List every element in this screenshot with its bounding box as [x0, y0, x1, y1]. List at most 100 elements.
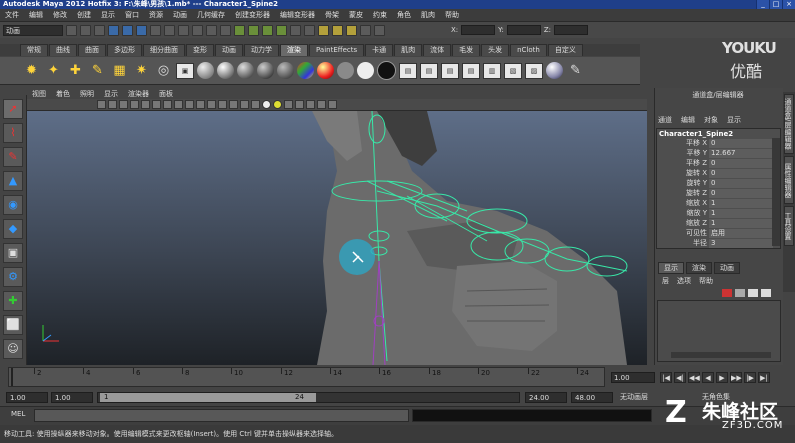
snap-curve-icon[interactable] [248, 24, 259, 36]
channel-row[interactable]: 半径 3 [660, 239, 773, 248]
history-icon[interactable] [290, 24, 301, 36]
channel-value[interactable]: 3 [709, 239, 773, 248]
render-layer-icon[interactable]: ✎ [566, 61, 585, 80]
panel-menu-view[interactable]: 视图 [27, 89, 51, 99]
tab-custom[interactable]: 自定义 [547, 44, 583, 56]
new-scene-icon[interactable] [66, 24, 77, 36]
phong-icon[interactable] [237, 62, 254, 79]
tab-general[interactable]: 常规 [20, 44, 48, 56]
ramp-shader-icon[interactable] [297, 62, 314, 79]
ambient-light-icon[interactable]: ✹ [22, 61, 41, 80]
menu-muscle[interactable]: 肌肉 [416, 9, 440, 21]
paint-select-tool-icon[interactable]: ✎ [3, 147, 23, 167]
layer-menu-options[interactable]: 选项 [677, 276, 691, 286]
step-forward-key-button[interactable]: |▶ [744, 372, 756, 383]
panel-menu-panels[interactable]: 面板 [154, 89, 178, 99]
lambert-icon[interactable] [197, 62, 214, 79]
tab-fur[interactable]: 毛发 [452, 44, 481, 56]
menu-edit-deformers[interactable]: 编辑变形器 [275, 9, 320, 21]
character-tool-icon[interactable]: ☺ [3, 339, 23, 359]
use-background-icon[interactable] [337, 62, 354, 79]
ipr-render-shelf-icon[interactable]: ▤ [420, 62, 438, 79]
menu-character[interactable]: 角色 [392, 9, 416, 21]
menu-animate[interactable]: 动画 [168, 9, 192, 21]
move-tool-icon[interactable]: ▲ [3, 171, 23, 191]
menu-constrain[interactable]: 约束 [368, 9, 392, 21]
cb-menu-edit[interactable]: 编辑 [681, 115, 695, 125]
x-input[interactable] [461, 25, 496, 35]
close-button[interactable]: × [782, 0, 795, 9]
high-quality-icon[interactable] [317, 100, 326, 109]
ipr-render-icon[interactable] [332, 24, 343, 36]
pick-deform-icon[interactable] [206, 24, 217, 36]
menu-display[interactable]: 显示 [96, 9, 120, 21]
go-to-end-button[interactable]: ▶| [758, 372, 770, 383]
step-forward-frame-button[interactable]: ▶▶ [730, 372, 742, 383]
perspective-viewport[interactable] [27, 111, 647, 365]
cb-menu-channels[interactable]: 通道 [658, 115, 672, 125]
hypershade-shelf-icon[interactable]: ▥ [483, 62, 501, 79]
tab-ncloth[interactable]: nCloth [510, 44, 547, 56]
channel-value[interactable]: 启用 [709, 229, 773, 238]
channel-row[interactable]: 旋转 Y0 [660, 179, 773, 188]
channel-value[interactable]: 1 [709, 219, 773, 228]
resolution-gate-icon[interactable] [163, 100, 172, 109]
side-tab-tool-settings[interactable]: 工具设置 [784, 206, 794, 246]
panel-menu-lighting[interactable]: 照明 [75, 89, 99, 99]
side-tab-channel-box[interactable]: 通道盒/层编辑器 [784, 94, 794, 154]
tab-hair[interactable]: 头发 [481, 44, 510, 56]
menu-create[interactable]: 创建 [72, 9, 96, 21]
anim-layer-dropdown[interactable]: 无动画层 [620, 392, 648, 403]
all-lights-icon[interactable] [273, 100, 282, 109]
scale-tool-icon[interactable]: ◆ [3, 219, 23, 239]
time-slider-track[interactable]: 2 4 6 8 10 12 14 16 18 20 22 24 [8, 367, 605, 387]
phong-e-icon[interactable] [257, 62, 274, 79]
current-frame-field[interactable]: 1.00 [611, 372, 655, 383]
side-tab-attribute-editor[interactable]: 属性编辑器 [784, 156, 794, 204]
cb-menu-object[interactable]: 对象 [704, 115, 718, 125]
channel-row[interactable]: 缩放 Y1 [660, 209, 773, 218]
rotate-tool-icon[interactable]: ◉ [3, 195, 23, 215]
panel-menu-shading[interactable]: 着色 [51, 89, 75, 99]
camera-icon[interactable]: ◎ [154, 61, 173, 80]
tab-anim-layers[interactable]: 动画 [714, 262, 740, 274]
spot-light-icon[interactable]: ✎ [88, 61, 107, 80]
hypershade-icon[interactable] [360, 24, 371, 36]
channel-value[interactable]: 0 [709, 139, 773, 148]
default-lighting-icon[interactable] [262, 100, 271, 109]
texture-icon[interactable] [328, 100, 337, 109]
field-chart-icon[interactable] [185, 100, 194, 109]
shadows-icon[interactable] [284, 100, 293, 109]
layer-options-icon[interactable] [748, 289, 758, 297]
layer-attributes-icon[interactable] [761, 289, 771, 297]
render-settings-shelf-icon[interactable]: ▤ [462, 62, 480, 79]
tab-surfaces[interactable]: 曲面 [78, 44, 106, 56]
layer-menu-help[interactable]: 帮助 [699, 276, 713, 286]
isolate-select-icon[interactable] [295, 100, 304, 109]
start-time-field[interactable]: 1.00 [6, 392, 48, 403]
construction-history-icon[interactable] [304, 24, 315, 36]
render-current-frame-icon[interactable]: ▤ [399, 62, 417, 79]
go-to-start-button[interactable]: |◀ [660, 372, 672, 383]
panel-menu-renderer[interactable]: 渲染器 [123, 89, 154, 99]
minimize-button[interactable]: _ [756, 0, 769, 9]
menu-help[interactable]: 帮助 [440, 9, 464, 21]
input-field-icon[interactable] [374, 24, 385, 36]
tab-curves[interactable]: 曲线 [49, 44, 77, 56]
menu-window[interactable]: 窗口 [120, 9, 144, 21]
surface-shader-icon[interactable] [317, 62, 334, 79]
playback-start-field[interactable]: 1.00 [51, 392, 93, 403]
menu-create-deformers[interactable]: 创建变形器 [230, 9, 275, 21]
wireframe-icon[interactable] [218, 100, 227, 109]
light-linking-icon[interactable]: ▨ [525, 62, 543, 79]
tab-animation[interactable]: 动画 [215, 44, 243, 56]
playback-end-field[interactable]: 24.00 [525, 392, 567, 403]
channel-row[interactable]: 旋转 Z0 [660, 189, 773, 198]
channel-row[interactable]: 缩放 Z1 [660, 219, 773, 228]
pick-curve-icon[interactable] [178, 24, 189, 36]
tab-paint-effects[interactable]: PaintEffects [309, 44, 365, 56]
grid-icon[interactable] [141, 100, 150, 109]
channel-row[interactable]: 缩放 X1 [660, 199, 773, 208]
channel-row[interactable]: 平移 Y 12.667 [660, 149, 773, 158]
menu-file[interactable]: 文件 [0, 9, 24, 21]
